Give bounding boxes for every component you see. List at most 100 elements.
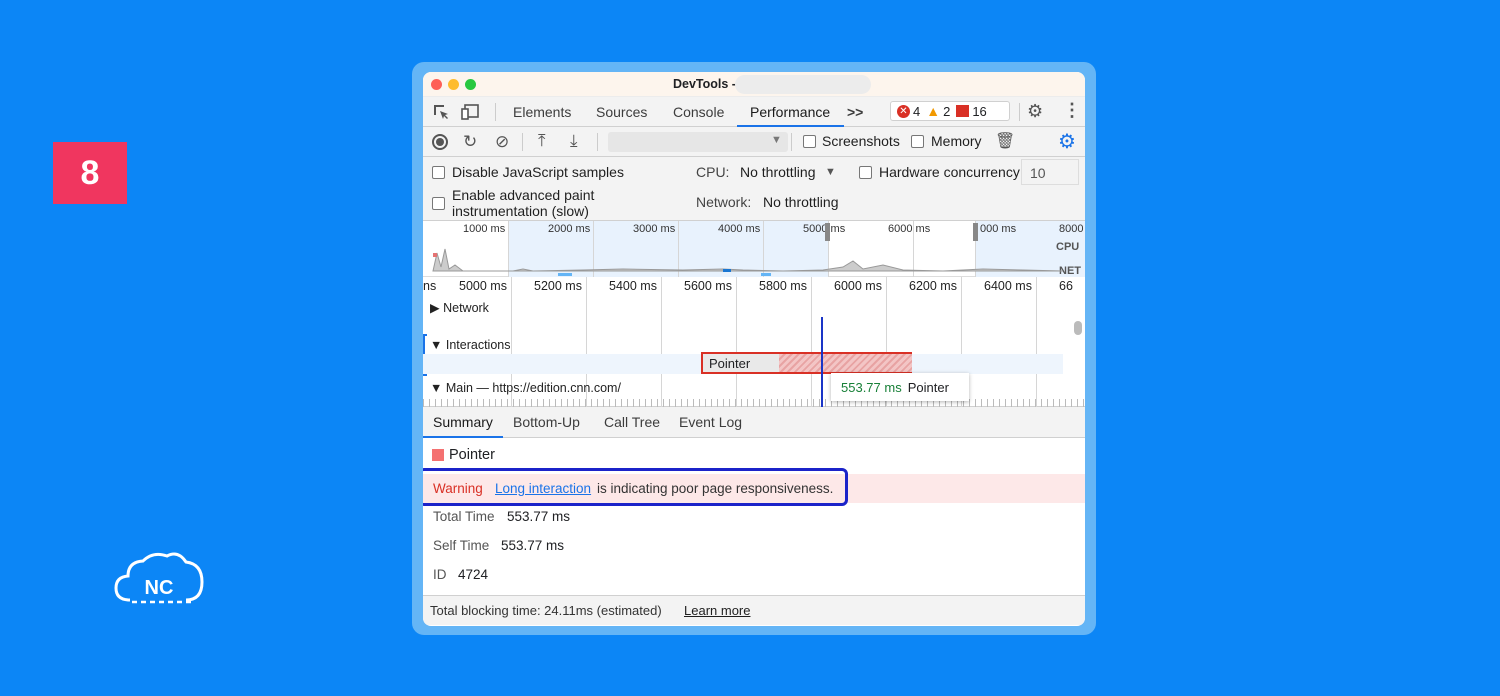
tab-performance[interactable]: Performance [750,104,830,120]
tab-bottom-up[interactable]: Bottom-Up [513,414,580,430]
logo-text: NC [145,577,174,599]
memory-checkbox[interactable] [911,135,924,148]
summary-panel: Pointer Warning Long interaction is indi… [423,438,1085,595]
ruler-tick: 5600 ms [684,279,732,293]
advanced-paint-checkbox[interactable] [432,197,445,210]
ruler-tick: ns [423,279,437,293]
overview-tick: 2000 ms [548,223,591,235]
window-title: DevTools - [673,77,736,91]
settings-gear-icon[interactable]: ⚙ [1027,101,1043,122]
status-footer: Total blocking time: 24.11ms (estimated)… [423,595,1085,625]
tab-event-log[interactable]: Event Log [679,414,742,430]
reload-record-icon[interactable]: ↻ [463,132,477,152]
issues-count: 16 [972,103,987,119]
ruler-tick: 6400 ms [984,279,1032,293]
overview-tick: 000 ms [980,223,1017,235]
panel-tabs-bar: Elements Sources Console Performance >> … [423,97,1085,127]
record-icon[interactable] [432,134,448,150]
main-thread-activity [423,399,1085,407]
warning-icon: ▲ [926,103,941,119]
learn-more-link[interactable]: Learn more [684,603,750,618]
self-time-label: Self Time [433,538,490,553]
download-profile-icon[interactable]: ⤓ [570,131,578,151]
ruler-tick: 6000 ms [834,279,882,293]
ruler-tick: 5800 ms [759,279,807,293]
more-options-icon[interactable]: ⋮ [1063,100,1081,121]
id-label: ID [433,567,447,582]
total-time-value: 553.77 ms [507,509,571,524]
clear-icon[interactable]: ⊘ [495,132,509,152]
blurred-url [735,75,871,94]
tab-console[interactable]: Console [673,104,724,120]
interactions-track-toggle[interactable]: ▼ Interactions [430,338,510,352]
inspect-element-icon[interactable] [432,103,450,121]
pointer-interaction-event[interactable]: Pointer [701,352,912,374]
timeline-overview[interactable]: 1000 ms 2000 ms 3000 ms 4000 ms 5000 ms … [423,221,1085,277]
hardware-concurrency-label: Hardware concurrency [879,164,1020,180]
overview-tick: 4000 ms [718,223,761,235]
tooltip-duration: 553.77 ms [841,379,902,395]
cpu-throttling-select[interactable]: No throttling [740,164,815,180]
tab-elements[interactable]: Elements [513,104,571,120]
warning-count: 2 [943,103,951,119]
step-number-badge: 8 [53,142,127,204]
trash-icon[interactable]: 🗑 [995,131,1015,151]
vertical-scrollbar[interactable] [1074,321,1082,335]
close-window-button[interactable] [431,79,442,90]
issue-counters[interactable]: ✕ 4 ▲ 2 16 [890,101,1010,121]
ruler-tick: 5200 ms [534,279,582,293]
cpu-label: CPU: [696,164,730,180]
self-time-value: 553.77 ms [501,538,565,553]
screenshots-label: Screenshots [822,133,900,149]
memory-label: Memory [931,133,982,149]
upload-profile-icon[interactable]: ⤒ [538,131,546,151]
tooltip-label: Pointer [907,379,949,395]
network-label: Network: [696,194,752,210]
minimize-window-button[interactable] [448,79,459,90]
more-tabs-chevron-icon[interactable]: >> [847,104,863,120]
capture-settings-panel: Disable JavaScript samples CPU: No throt… [423,157,1085,221]
tab-call-tree[interactable]: Call Tree [604,414,660,430]
timeline-cursor [821,317,823,407]
issues-flag-icon [956,105,970,117]
profile-select-dropdown[interactable] [608,132,788,152]
capture-settings-gear-icon[interactable]: ⚙ [1058,129,1076,154]
network-throttling-select[interactable]: No throttling [763,194,838,210]
tab-sources[interactable]: Sources [596,104,647,120]
devtools-window: DevTools - Elements Sources Console Perf… [423,72,1085,626]
total-blocking-time: Total blocking time: 24.11ms (estimated) [430,603,662,618]
error-icon: ✕ [897,104,910,118]
disable-js-samples-label: Disable JavaScript samples [452,164,624,180]
hardware-concurrency-input[interactable]: 10 [1021,159,1079,185]
timeline-flamechart[interactable]: ns 5000 ms 5200 ms 5400 ms 5600 ms 5800 … [423,277,1085,407]
overview-tick: 3000 ms [633,223,676,235]
performance-toolbar: ↻ ⊘ ⤒ ⤓ ▼ Screenshots Memory 🗑 ⚙ [423,127,1085,157]
title-bar: DevTools - [423,72,1085,97]
screenshots-checkbox[interactable] [803,135,816,148]
device-toolbar-icon[interactable] [461,103,481,121]
chevron-down-icon: ▼ [771,134,782,146]
total-time-label: Total Time [433,509,495,524]
network-track-toggle[interactable]: ▶ Network [430,300,489,315]
overview-tick: 6000 ms [888,223,931,235]
detail-tabs-bar: Summary Bottom-Up Call Tree Event Log [423,407,1085,438]
pointer-long-hatch [779,354,912,372]
nc-cloud-logo: NC [114,552,204,604]
main-track-toggle[interactable]: ▼ Main — https://edition.cnn.com/ [430,381,621,395]
event-tooltip: 553.77 ms Pointer [831,373,969,401]
advanced-paint-label: Enable advanced paint instrumentation (sl… [452,187,595,219]
disable-js-samples-checkbox[interactable] [432,166,445,179]
cpu-activity-graph [432,248,1064,276]
ruler-tick: 5000 ms [459,279,507,293]
event-color-swatch [432,449,444,461]
ruler-tick: 5400 ms [609,279,657,293]
ruler-tick: 6200 ms [909,279,957,293]
hardware-concurrency-checkbox[interactable] [859,166,872,179]
pointer-event-label: Pointer [709,356,751,371]
ruler-tick: 66 [1059,279,1073,293]
zoom-window-button[interactable] [465,79,476,90]
cpu-dropdown-chevron-icon: ▼ [825,166,836,178]
tab-summary[interactable]: Summary [433,414,493,430]
id-value: 4724 [458,567,489,582]
event-title: Pointer [449,447,495,463]
